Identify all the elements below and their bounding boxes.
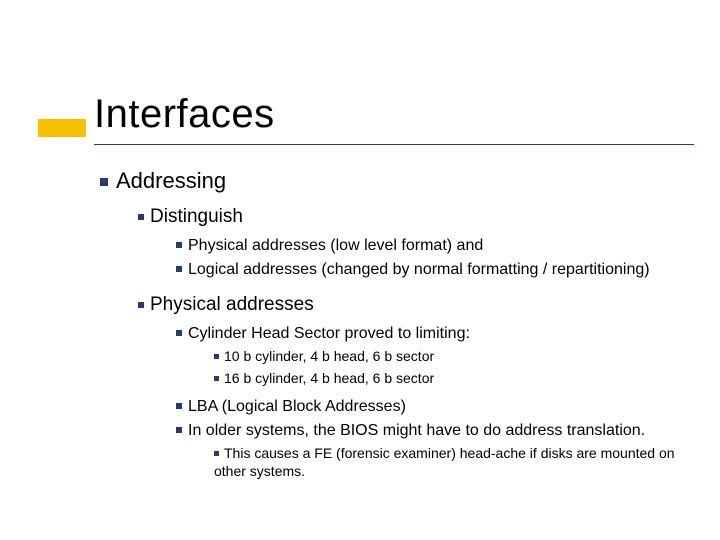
slide-body: Addressing Distinguish Physical addresse… [100,168,690,484]
level3-text: Logical addresses (changed by normal for… [188,261,650,278]
level3-text: Cylinder Head Sector proved to limiting: [188,325,470,342]
square-bullet-icon [176,242,182,248]
level3-text: LBA (Logical Block Addresses) [188,398,406,415]
bullet-level3: In older systems, the BIOS might have to… [176,421,690,441]
level2-text: Physical addresses [150,294,314,315]
bullet-level2: Distinguish [138,206,690,228]
square-bullet-icon [100,178,108,186]
level1-text: Addressing [116,168,226,193]
bullet-level2: Physical addresses [138,294,690,316]
square-bullet-icon [176,427,182,433]
bullet-level3: LBA (Logical Block Addresses) [176,397,690,417]
bullet-level4: This causes a FE (forensic examiner) hea… [214,445,690,480]
square-bullet-icon [176,403,182,409]
square-bullet-icon [214,451,219,456]
square-bullet-icon [176,266,182,272]
level4-text: 10 b cylinder, 4 b head, 6 b sector [224,348,434,364]
level4-text: This causes a FE (forensic examiner) hea… [214,445,675,479]
level2-text: Distinguish [150,206,243,227]
square-bullet-icon [176,330,182,336]
bullet-level4: 16 b cylinder, 4 b head, 6 b sector [214,370,690,388]
square-bullet-icon [138,302,144,308]
slide-title: Interfaces [38,92,275,137]
bullet-level3: Logical addresses (changed by normal for… [176,260,690,280]
title-underline [94,144,694,145]
square-bullet-icon [138,214,144,220]
square-bullet-icon [214,376,219,381]
level3-text: Physical addresses (low level format) an… [188,237,483,254]
bullet-level3: Physical addresses (low level format) an… [176,236,690,256]
level4-text: 16 b cylinder, 4 b head, 6 b sector [224,370,434,386]
level3-text: In older systems, the BIOS might have to… [188,422,645,439]
bullet-level4: 10 b cylinder, 4 b head, 6 b sector [214,348,690,366]
bullet-level1: Addressing [100,168,690,194]
square-bullet-icon [214,354,219,359]
slide-title-block: Interfaces [38,92,275,137]
bullet-level3: Cylinder Head Sector proved to limiting: [176,324,690,344]
